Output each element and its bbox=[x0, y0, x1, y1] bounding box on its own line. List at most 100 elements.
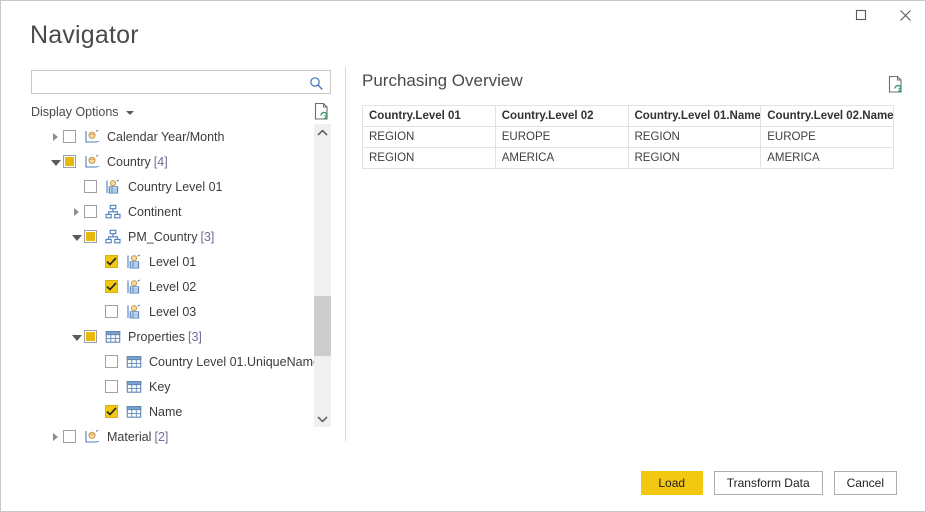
search-input[interactable] bbox=[32, 71, 330, 93]
scroll-down-button[interactable] bbox=[314, 410, 331, 427]
tree-item[interactable]: Country Level 01 bbox=[31, 174, 313, 199]
level-icon bbox=[125, 303, 142, 320]
tree-item-checkbox[interactable] bbox=[84, 230, 97, 243]
table-row: REGIONEUROPEREGIONEUROPE bbox=[363, 127, 894, 148]
tree-item-label: Country Level 01 bbox=[128, 180, 223, 194]
tree-item-checkbox[interactable] bbox=[63, 130, 76, 143]
tree-item-count: [2] bbox=[154, 430, 168, 444]
table-column-header: Country.Level 02.Name bbox=[761, 106, 894, 127]
scroll-down-icon bbox=[317, 415, 328, 423]
tree-item-checkbox[interactable] bbox=[105, 305, 118, 318]
table-cell: AMERICA bbox=[761, 148, 894, 169]
refresh-document-icon[interactable] bbox=[313, 102, 331, 122]
table-column-header: Country.Level 02 bbox=[495, 106, 628, 127]
tree-item-checkbox[interactable] bbox=[105, 380, 118, 393]
collapse-triangle-icon[interactable] bbox=[48, 149, 63, 174]
collapse-triangle-icon[interactable] bbox=[69, 324, 84, 349]
table-icon bbox=[125, 378, 142, 395]
tree-item-count: [3] bbox=[200, 230, 214, 244]
tree-item-checkbox[interactable] bbox=[84, 180, 97, 193]
search-icon[interactable] bbox=[307, 74, 325, 92]
hierarchy-icon bbox=[104, 228, 121, 245]
tree-item-label: Country bbox=[107, 155, 151, 169]
tree-item-label: Name bbox=[149, 405, 182, 419]
display-options[interactable]: Display Options bbox=[31, 102, 331, 122]
tree-item-label: Key bbox=[149, 380, 171, 394]
tree-item-checkbox[interactable] bbox=[105, 255, 118, 268]
scrollbar-thumb[interactable] bbox=[314, 296, 331, 356]
tree-item-label: Calendar Year/Month bbox=[107, 130, 224, 144]
cancel-button[interactable]: Cancel bbox=[834, 471, 897, 495]
display-options-label: Display Options bbox=[31, 105, 119, 119]
left-panel: Display Options bbox=[31, 70, 331, 94]
load-button[interactable]: Load bbox=[641, 471, 703, 495]
level-icon bbox=[125, 253, 142, 270]
tree-item-checkbox[interactable] bbox=[84, 205, 97, 218]
expand-triangle-icon[interactable] bbox=[48, 424, 63, 449]
tree-item[interactable]: Calendar Year/Month bbox=[31, 124, 313, 149]
transform-data-button[interactable]: Transform Data bbox=[714, 471, 823, 495]
expander-spacer bbox=[90, 299, 105, 324]
tree-item[interactable]: Level 03 bbox=[31, 299, 313, 324]
tree-item-checkbox[interactable] bbox=[84, 330, 97, 343]
tree-item-checkbox[interactable] bbox=[63, 430, 76, 443]
chevron-down-icon[interactable] bbox=[126, 111, 134, 115]
table-cell: REGION bbox=[628, 148, 761, 169]
tree-item-label: Level 01 bbox=[149, 255, 196, 269]
table-header-row: Country.Level 01Country.Level 02Country.… bbox=[363, 106, 894, 127]
tree-item[interactable]: Key bbox=[31, 374, 313, 399]
expander-spacer bbox=[90, 374, 105, 399]
close-button[interactable] bbox=[883, 1, 926, 29]
table-column-header: Country.Level 01 bbox=[363, 106, 496, 127]
table-icon bbox=[104, 328, 121, 345]
expander-spacer bbox=[90, 274, 105, 299]
tree-item[interactable]: Continent bbox=[31, 199, 313, 224]
expander-spacer bbox=[90, 399, 105, 424]
tree-item-checkbox[interactable] bbox=[63, 155, 76, 168]
table-body: REGIONEUROPEREGIONEUROPEREGIONAMERICAREG… bbox=[363, 127, 894, 169]
title-bar bbox=[1, 1, 926, 31]
maximize-icon bbox=[855, 9, 867, 21]
tree-item[interactable]: Country[4] bbox=[31, 149, 313, 174]
preview-table: Country.Level 01Country.Level 02Country.… bbox=[362, 105, 894, 169]
expander-spacer bbox=[90, 349, 105, 374]
tree-item[interactable]: Material[2] bbox=[31, 424, 313, 449]
page-title: Navigator bbox=[30, 21, 139, 50]
scroll-up-button[interactable] bbox=[314, 124, 331, 141]
tree-scrollbar[interactable] bbox=[314, 124, 331, 427]
level-icon bbox=[104, 178, 121, 195]
collapse-triangle-icon[interactable] bbox=[69, 224, 84, 249]
tree-item-checkbox[interactable] bbox=[105, 280, 118, 293]
tree-item[interactable]: Country Level 01.UniqueName bbox=[31, 349, 313, 374]
table-cell: REGION bbox=[363, 127, 496, 148]
refresh-document-icon[interactable] bbox=[887, 75, 905, 95]
table-cell: REGION bbox=[363, 148, 496, 169]
expand-triangle-icon[interactable] bbox=[69, 199, 84, 224]
scroll-up-icon bbox=[317, 129, 328, 137]
tree-item[interactable]: Level 02 bbox=[31, 274, 313, 299]
table-column-header: Country.Level 01.Name bbox=[628, 106, 761, 127]
tree-item-checkbox[interactable] bbox=[105, 405, 118, 418]
table-cell: AMERICA bbox=[495, 148, 628, 169]
search-box[interactable] bbox=[31, 70, 331, 94]
tree-item-count: [3] bbox=[188, 330, 202, 344]
tree-item-checkbox[interactable] bbox=[105, 355, 118, 368]
cube-icon bbox=[83, 128, 100, 145]
tree-item[interactable]: Properties[3] bbox=[31, 324, 313, 349]
object-tree[interactable]: Calendar Year/Month Country[4] Country L… bbox=[31, 124, 313, 449]
tree-item-label: Continent bbox=[128, 205, 182, 219]
level-icon bbox=[125, 278, 142, 295]
expand-triangle-icon[interactable] bbox=[48, 124, 63, 149]
tree-item[interactable]: Name bbox=[31, 399, 313, 424]
tree-item-label: Level 02 bbox=[149, 280, 196, 294]
expander-spacer bbox=[90, 249, 105, 274]
dialog-footer: Load Transform Data Cancel bbox=[1, 455, 926, 511]
tree-item-label: Country Level 01.UniqueName bbox=[149, 355, 320, 369]
maximize-button[interactable] bbox=[839, 1, 883, 29]
expander-spacer bbox=[69, 174, 84, 199]
tree-item[interactable]: Level 01 bbox=[31, 249, 313, 274]
tree-view-container: Calendar Year/Month Country[4] Country L… bbox=[31, 124, 331, 444]
tree-item[interactable]: PM_Country[3] bbox=[31, 224, 313, 249]
hierarchy-icon bbox=[104, 203, 121, 220]
cube-icon bbox=[83, 428, 100, 445]
